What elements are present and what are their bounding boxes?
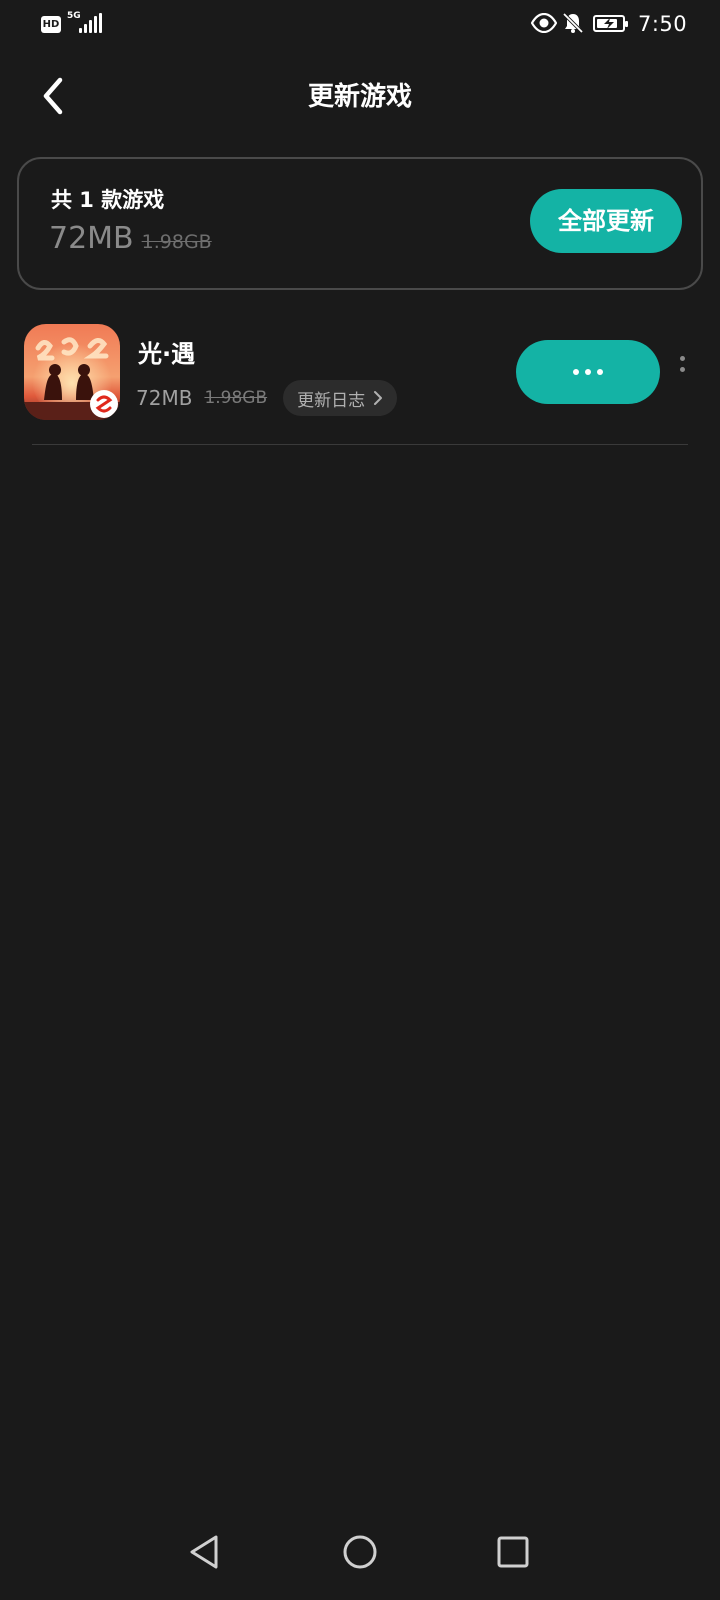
game-full-size: 1.98GB	[204, 388, 268, 408]
changelog-button[interactable]: 更新日志	[283, 380, 398, 416]
game-title: 光·遇	[138, 340, 196, 368]
game-app-icon	[24, 324, 120, 420]
loading-dot	[597, 369, 603, 375]
game-update-size: 72MB	[136, 386, 193, 410]
summary-card: 共 1 款游戏 72MB 1.98GB 全部更新	[17, 157, 703, 290]
changelog-label: 更新日志	[297, 390, 366, 411]
status-bar: HD 5G 7:50	[0, 0, 720, 50]
nav-back-icon[interactable]	[188, 1534, 220, 1570]
update-progress-button[interactable]	[516, 340, 660, 404]
more-options-icon[interactable]	[674, 356, 690, 386]
signal-icon	[79, 13, 102, 33]
total-update-size: 72MB	[49, 221, 134, 256]
system-nav-bar	[0, 1510, 720, 1600]
chevron-right-icon	[374, 391, 383, 405]
total-full-size: 1.98GB	[141, 231, 212, 253]
game-sizes: 72MB 1.98GB 更新日志	[136, 380, 398, 416]
loading-dot	[573, 369, 579, 375]
bell-off-icon	[562, 12, 584, 34]
eye-icon	[531, 13, 557, 33]
page-title: 更新游戏	[307, 82, 412, 112]
update-all-button[interactable]: 全部更新	[530, 189, 682, 253]
clock: 7:50	[638, 12, 688, 36]
nav-home-icon[interactable]	[343, 1535, 377, 1569]
list-item[interactable]: 光·遇 72MB 1.98GB 更新日志	[0, 318, 720, 446]
loading-dot	[585, 369, 591, 375]
nav-recent-icon[interactable]	[497, 1536, 529, 1568]
battery-charging-icon	[593, 15, 628, 32]
divider	[32, 444, 688, 445]
hd-badge: HD	[41, 16, 61, 33]
summary-sizes: 72MB 1.98GB	[49, 221, 212, 256]
game-count-label: 共 1 款游戏	[51, 188, 165, 212]
